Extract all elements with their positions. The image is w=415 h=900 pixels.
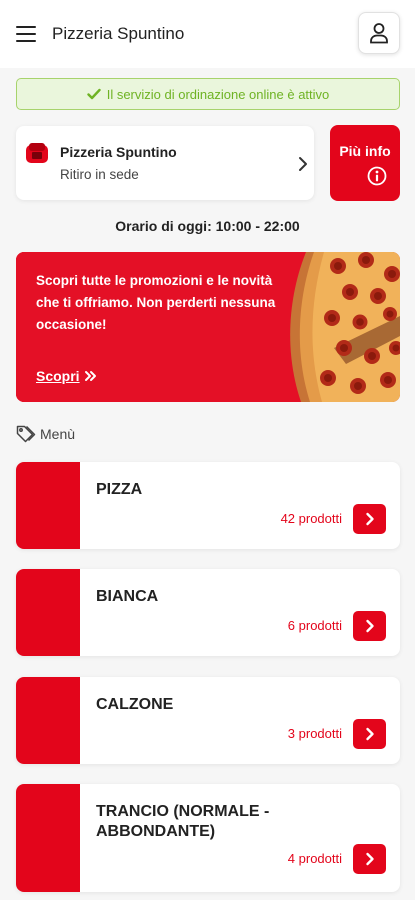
category-name: TRANCIO (NORMALE - ABBONDANTE)	[96, 803, 270, 840]
app-title: Pizzeria Spuntino	[52, 24, 185, 43]
open-category-button[interactable]	[353, 504, 386, 534]
tag-icon	[16, 425, 36, 443]
promo-banner[interactable]: Scopri tutte le promozioni e le novità c…	[16, 252, 400, 402]
online-service-status-banner: Il servizio di ordinazione online è atti…	[16, 78, 400, 110]
category-image	[16, 677, 80, 764]
more-info-button[interactable]: Più info	[330, 125, 400, 201]
status-text: Il servizio di ordinazione online è atti…	[106, 86, 330, 102]
chevron-right-icon	[365, 512, 374, 526]
open-category-button[interactable]	[353, 611, 386, 641]
category-card-bianca[interactable]: BIANCA 6 prodotti	[16, 569, 400, 656]
chevron-right-icon	[365, 727, 374, 741]
double-chevron-right-icon	[84, 370, 98, 382]
category-name: CALZONE	[96, 696, 174, 713]
open-category-button[interactable]	[353, 719, 386, 749]
chevron-right-icon	[365, 619, 374, 633]
menu-section-label: Menù	[40, 426, 76, 442]
store-selector-card[interactable]: Pizzeria Spuntino Ritiro in sede	[16, 126, 314, 200]
chevron-right-icon	[365, 852, 374, 866]
store-name: Pizzeria Spuntino	[60, 144, 177, 160]
discover-link[interactable]: Scopri	[36, 368, 98, 384]
category-card-calzone[interactable]: CALZONE 3 prodotti	[16, 677, 400, 764]
more-info-label: Più info	[339, 143, 391, 159]
open-category-button[interactable]	[353, 844, 386, 874]
discover-link-label: Scopri	[36, 368, 80, 384]
info-icon	[367, 166, 387, 186]
promo-text: Scopri tutte le promozioni e le novità c…	[36, 273, 276, 332]
app-header: Pizzeria Spuntino	[0, 0, 415, 68]
menu-section-heading: Menù	[16, 425, 75, 443]
category-product-count: 4 prodotti	[287, 851, 342, 866]
category-image	[16, 784, 80, 892]
category-image	[16, 569, 80, 656]
category-card-pizza[interactable]: PIZZA 42 prodotti	[16, 462, 400, 549]
category-product-count: 6 prodotti	[287, 618, 342, 633]
opening-hours: Orario di oggi: 10:00 - 22:00	[115, 218, 300, 234]
category-name: PIZZA	[96, 481, 143, 498]
check-icon	[87, 88, 101, 100]
category-image	[16, 462, 80, 549]
category-product-count: 3 prodotti	[287, 726, 342, 741]
user-icon	[370, 23, 388, 44]
category-product-count: 42 prodotti	[280, 511, 342, 526]
chevron-right-icon	[299, 157, 307, 171]
hamburger-icon[interactable]	[16, 26, 36, 42]
category-name: BIANCA	[96, 588, 159, 605]
user-account-button[interactable]	[358, 12, 400, 54]
pizzeria-logo-icon	[26, 143, 48, 163]
category-card-trancio[interactable]: TRANCIO (NORMALE - ABBONDANTE) 4 prodott…	[16, 784, 400, 892]
order-mode: Ritiro in sede	[60, 167, 139, 182]
